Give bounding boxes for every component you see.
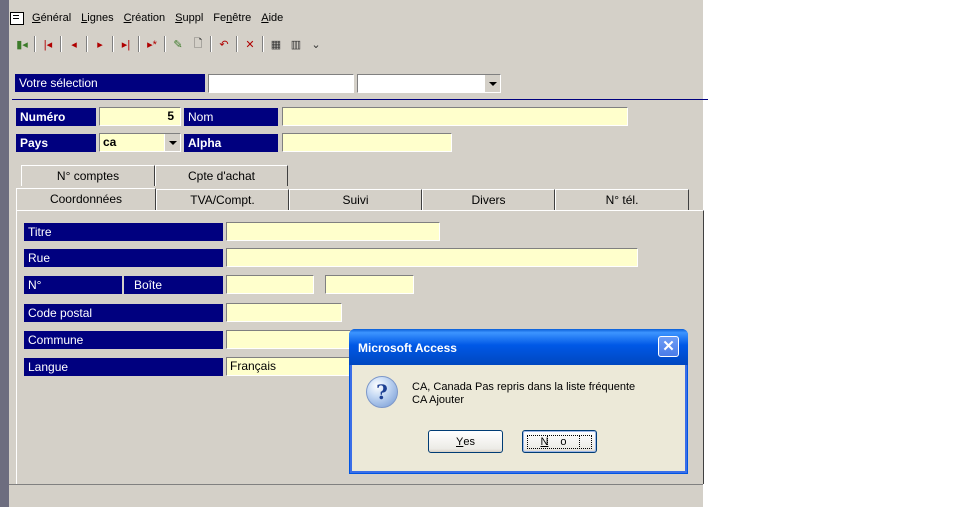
delete-record-icon[interactable]: ✕ xyxy=(240,34,260,54)
toolbar-separator xyxy=(34,36,36,52)
code-postal-label: Code postal xyxy=(24,304,223,322)
yes-button-label: es xyxy=(463,435,475,448)
selection-combo[interactable] xyxy=(357,74,501,93)
numero-label: Numéro xyxy=(16,108,96,126)
previous-record-icon[interactable]: ◂ xyxy=(64,34,84,54)
boite-field[interactable] xyxy=(325,275,414,294)
header-divider xyxy=(12,99,708,100)
toolbar-separator xyxy=(86,36,88,52)
no-button[interactable]: No xyxy=(522,430,597,453)
menu-aide-label: ide xyxy=(268,12,284,24)
numero-rue-label: N° xyxy=(24,276,122,294)
pays-combo[interactable]: ca xyxy=(99,133,181,152)
toolbar-separator xyxy=(164,36,166,52)
dialog-message: CA, Canada Pas repris dans la liste fréq… xyxy=(412,381,682,407)
rue-field[interactable] xyxy=(226,248,638,267)
selection-field-1[interactable] xyxy=(208,74,354,93)
menu-general-mnemonic: G xyxy=(32,12,41,24)
numero-field[interactable]: 5 xyxy=(99,107,181,126)
menu-creation-mnemonic: C xyxy=(123,12,132,24)
langue-label: Langue xyxy=(24,358,223,376)
last-record-icon[interactable]: ▸| xyxy=(116,34,136,54)
yes-button-mnemonic: Y xyxy=(456,435,464,448)
alpha-field[interactable] xyxy=(282,133,452,152)
exit-icon[interactable]: ▮◂ xyxy=(12,34,32,54)
yes-button[interactable]: Yes xyxy=(428,430,503,453)
no-button-label-rest: o xyxy=(547,434,580,449)
form-system-icon[interactable] xyxy=(10,11,24,25)
tab-coordonnees[interactable]: Coordonnées xyxy=(16,188,156,210)
commune-field[interactable] xyxy=(226,330,351,349)
toolbar-separator xyxy=(236,36,238,52)
tab-numeros-comptes[interactable]: N° comptes xyxy=(21,165,155,186)
menu-creation[interactable]: Création xyxy=(124,12,166,24)
menu-fenetre-prefix: Fe xyxy=(213,12,227,24)
tab-suivi[interactable]: Suivi xyxy=(289,189,422,210)
tab-cpte-achat[interactable]: Cpte d'achat xyxy=(155,165,288,186)
menu-suppl-mnemonic: S xyxy=(175,12,183,24)
menu-aide[interactable]: Aide xyxy=(261,12,283,24)
menu-lignes-label: ignes xyxy=(87,12,114,24)
boite-label: Boîte xyxy=(124,276,223,294)
columns-icon[interactable]: ▥ xyxy=(286,34,306,54)
toolbar-separator xyxy=(210,36,212,52)
tab-divers[interactable]: Divers xyxy=(422,189,555,210)
rue-label: Rue xyxy=(24,249,223,267)
toolbar-separator xyxy=(138,36,140,52)
toolbar-separator xyxy=(112,36,114,52)
numero-rue-field[interactable] xyxy=(226,275,314,294)
menu-bar: Général Lignes Création Suppl Fenêtre Ai… xyxy=(10,9,293,27)
toolbar-options-icon[interactable]: ⌄ xyxy=(306,34,326,54)
close-icon[interactable]: ✕ xyxy=(658,336,679,357)
tab-numeros-tel[interactable]: N° tél. xyxy=(555,189,689,210)
tab-tva-compt[interactable]: TVA/Compt. xyxy=(156,189,289,210)
menu-general-label: énéral xyxy=(40,12,72,24)
toolbar-separator xyxy=(262,36,264,52)
toolbar: ▮◂ |◂ ◂ ▸ ▸| ▸* ✎ 🗋 ↶ ✕ ▦ ▥ ⌄ xyxy=(12,34,326,54)
dialog-message-line-2: CA Ajouter xyxy=(412,394,464,406)
menu-creation-label: réation xyxy=(131,12,166,24)
chevron-down-icon[interactable] xyxy=(484,75,500,92)
pays-combo-value: ca xyxy=(103,135,117,149)
menu-general[interactable]: Général xyxy=(32,12,71,24)
toolbar-separator xyxy=(60,36,62,52)
question-icon: ? xyxy=(366,376,398,408)
next-record-icon[interactable]: ▸ xyxy=(90,34,110,54)
new-record-icon[interactable]: ▸* xyxy=(142,34,162,54)
dialog-message-line-1: CA, Canada Pas repris dans la liste fréq… xyxy=(412,381,636,393)
first-record-icon[interactable]: |◂ xyxy=(38,34,58,54)
pays-label: Pays xyxy=(16,134,96,152)
no-button-label: No xyxy=(527,434,592,449)
commune-label: Commune xyxy=(24,331,223,349)
dialog-title: Microsoft Access xyxy=(358,341,457,355)
nom-field[interactable] xyxy=(282,107,628,126)
menu-lignes[interactable]: Lignes xyxy=(81,12,113,24)
undo-icon[interactable]: ↶ xyxy=(214,34,234,54)
form-bottom-border xyxy=(9,484,703,485)
titre-field[interactable] xyxy=(226,222,440,241)
calculator-icon[interactable]: ▦ xyxy=(266,34,286,54)
new-document-icon[interactable]: 🗋 xyxy=(188,34,208,54)
titre-label: Titre xyxy=(24,223,223,241)
menu-fenetre-label: être xyxy=(232,12,252,24)
langue-field[interactable]: Français xyxy=(226,357,351,376)
menu-aide-mnemonic: A xyxy=(261,12,269,24)
code-postal-field[interactable] xyxy=(226,303,342,322)
menu-fenetre[interactable]: Fenêtre xyxy=(213,12,251,24)
window-left-edge xyxy=(0,0,9,507)
menu-suppl[interactable]: Suppl xyxy=(175,12,203,24)
chevron-down-icon[interactable] xyxy=(164,134,180,151)
menu-suppl-label: uppl xyxy=(182,12,204,24)
nom-label: Nom xyxy=(184,108,278,126)
selection-label: Votre sélection xyxy=(15,74,205,92)
edit-record-icon[interactable]: ✎ xyxy=(168,34,188,54)
alpha-label: Alpha xyxy=(184,134,278,152)
